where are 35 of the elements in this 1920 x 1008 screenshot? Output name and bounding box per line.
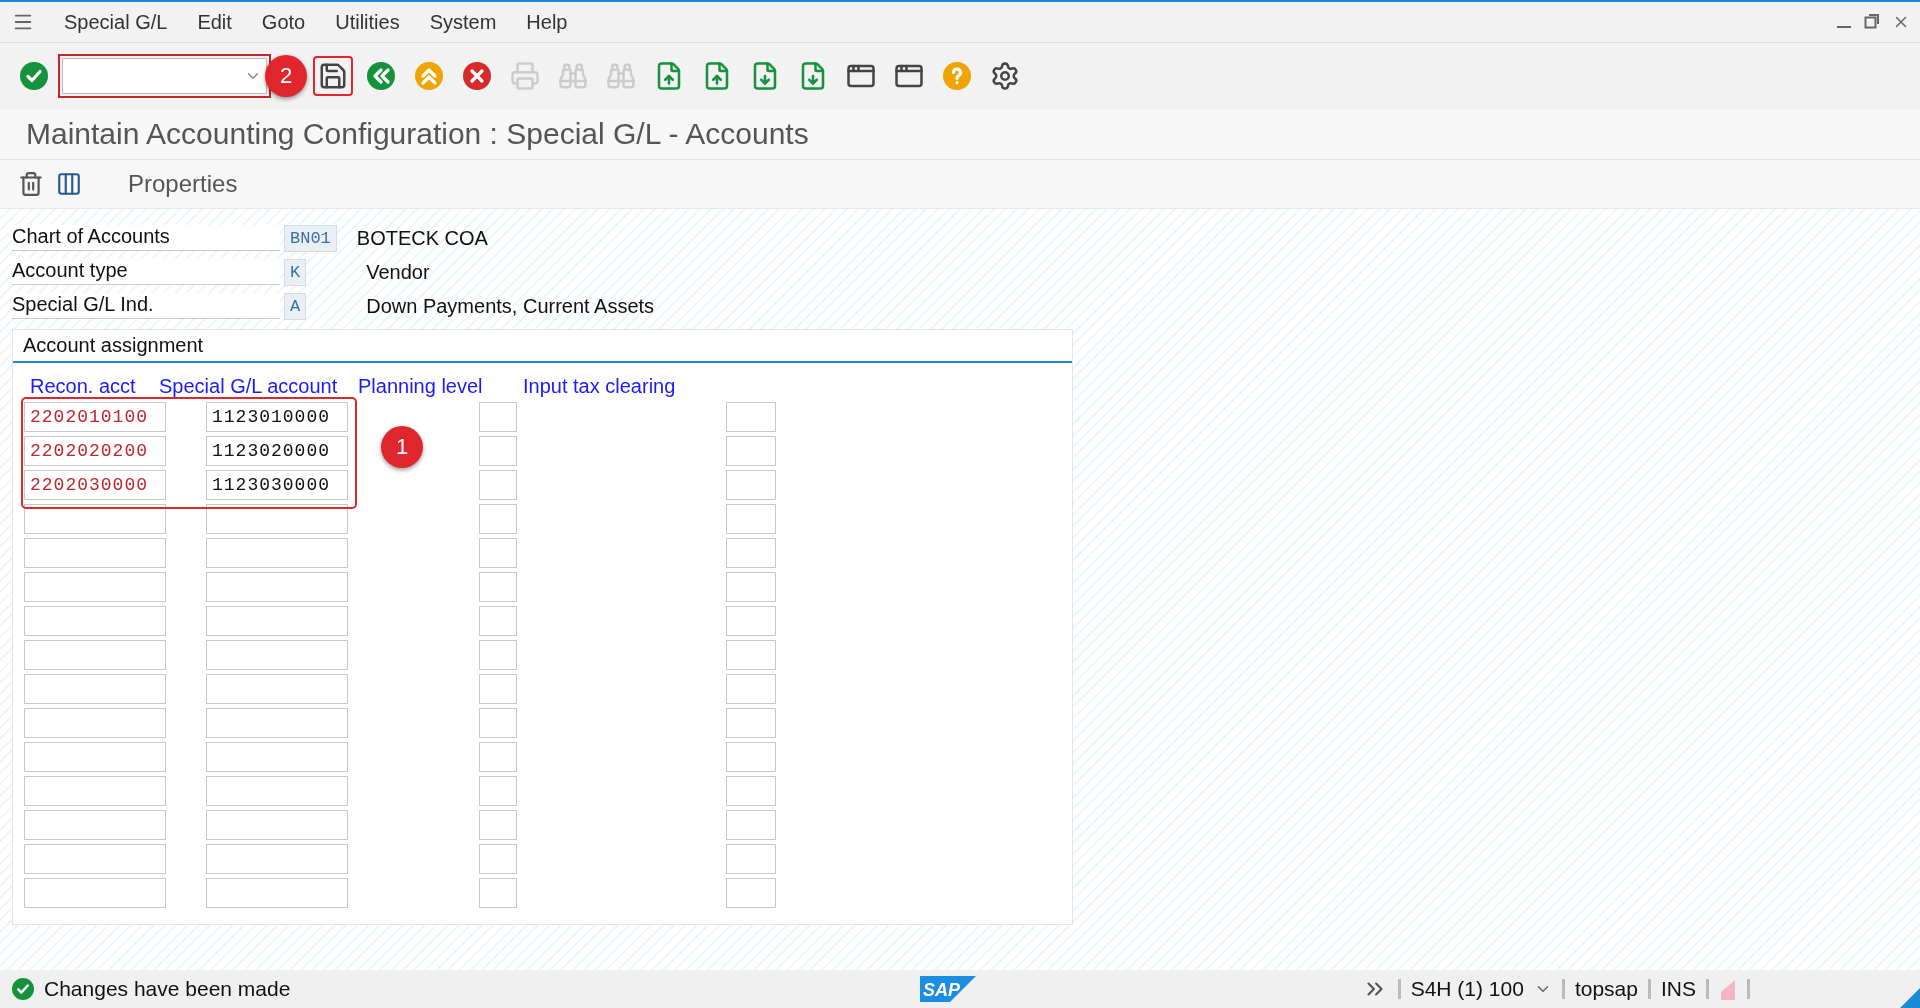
value-field[interactable]: BN01 (284, 224, 337, 252)
field-label: Account type (12, 259, 280, 285)
menu-item[interactable]: Special G/L (64, 10, 168, 34)
status-message: Changes have been made (44, 977, 291, 1001)
panel-title: Account assignment (13, 330, 1072, 363)
callout-badge: 2 (265, 55, 307, 97)
field-description: Vendor (366, 260, 430, 284)
field-label: Chart of Accounts (12, 225, 280, 251)
system-info: S4H (1) 100 (1410, 977, 1524, 1001)
menu-item[interactable]: Goto (261, 10, 306, 34)
value-field[interactable]: A (284, 292, 307, 320)
recon-account-field[interactable]: 2202010100 (24, 402, 166, 432)
field-label: Special G/L Ind. (12, 293, 280, 319)
column-header: Input tax clearing (523, 375, 677, 398)
field-description: Down Payments, Current Assets (366, 294, 655, 318)
column-header: Planning level (358, 375, 484, 398)
field-description: BOTECK COA (356, 226, 488, 250)
screen-title: Maintain Accounting Configuration : Special G/L - Accounts (0, 109, 1920, 160)
special-gl-account-field[interactable]: 1123010000 (206, 402, 348, 432)
recon-account-field[interactable]: 2202030000 (24, 470, 166, 500)
input-mode: INS (1661, 977, 1696, 1001)
callout-badge: 1 (381, 426, 423, 468)
sap-logo: SAP (920, 976, 977, 1002)
menu-item[interactable]: Edit (197, 10, 232, 34)
server-name: topsap (1574, 977, 1638, 1001)
menu-item[interactable]: System (429, 10, 497, 34)
column-header: Recon. acct (30, 375, 137, 398)
properties-button[interactable]: Properties (122, 169, 244, 199)
menu-item[interactable]: Utilities (335, 10, 400, 34)
column-header: Special G/L account (159, 375, 339, 398)
menu-item[interactable]: Help (526, 10, 568, 34)
value-field[interactable]: K (284, 258, 307, 286)
recon-account-field[interactable]: 2202020200 (24, 436, 166, 466)
special-gl-account-field[interactable]: 1123020000 (206, 436, 348, 466)
special-gl-account-field[interactable]: 1123030000 (206, 470, 348, 500)
